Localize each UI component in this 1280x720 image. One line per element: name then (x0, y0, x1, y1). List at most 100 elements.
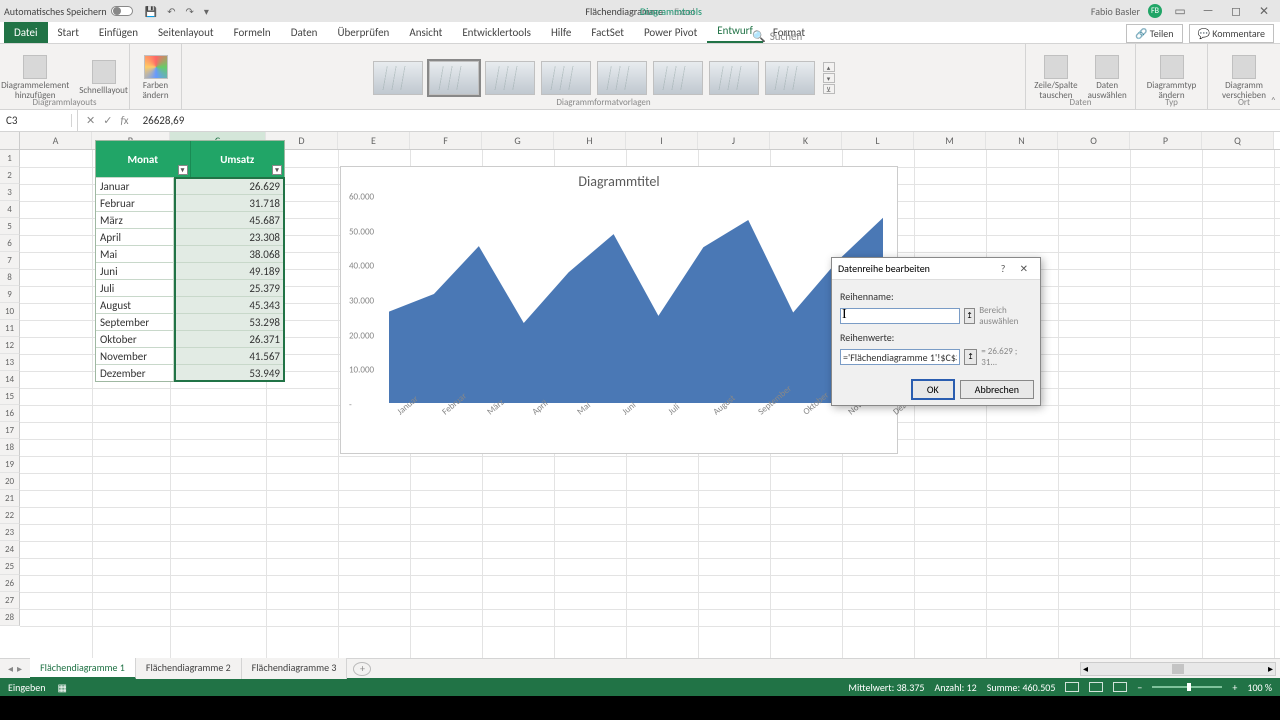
chart-style-8[interactable] (765, 61, 815, 95)
chart-style-4[interactable] (541, 61, 591, 95)
column-header[interactable]: Q (1202, 132, 1274, 149)
series-name-input[interactable] (840, 308, 960, 324)
maximize-icon[interactable]: ◻ (1226, 4, 1246, 19)
row-header[interactable]: 10 (0, 303, 20, 320)
collapse-ribbon-icon[interactable]: ˄ (1271, 94, 1276, 107)
cell-month[interactable]: Mai (96, 246, 174, 262)
minimize-icon[interactable]: — (1198, 4, 1218, 18)
column-header[interactable]: N (986, 132, 1058, 149)
cell-month[interactable]: April (96, 229, 174, 245)
autosave-toggle[interactable] (111, 6, 133, 16)
change-chart-type-button[interactable]: Diagrammtyp ändern (1144, 53, 1199, 103)
page-layout-view-icon[interactable] (1089, 682, 1103, 692)
table-header-umsatz[interactable]: Umsatz▾ (191, 141, 285, 177)
cell-month[interactable]: Februar (96, 195, 174, 211)
zoom-level[interactable]: 100 % (1247, 681, 1272, 694)
table-row[interactable]: Januar26.629 (96, 177, 284, 194)
chart-style-2[interactable] (429, 61, 479, 95)
name-box[interactable]: C3 (0, 114, 72, 127)
chart-style-1[interactable] (373, 61, 423, 95)
column-header[interactable]: H (554, 132, 626, 149)
sheet-nav-next-icon[interactable]: ▸ (17, 662, 22, 675)
cell-month[interactable]: Juli (96, 280, 174, 296)
chart-object[interactable]: Diagrammtitel 60.00050.00040.00030.00020… (340, 166, 898, 454)
table-row[interactable]: März45.687 (96, 211, 284, 228)
sheet-tab[interactable]: Flächendiagramme 2 (136, 658, 242, 679)
move-chart-button[interactable]: Diagramm verschieben (1216, 53, 1272, 103)
zoom-out-icon[interactable]: − (1137, 681, 1142, 694)
chart-style-7[interactable] (709, 61, 759, 95)
tab-power pivot[interactable]: Power Pivot (634, 22, 707, 43)
cell-month[interactable]: November (96, 348, 174, 364)
column-header[interactable]: F (410, 132, 482, 149)
cell-month[interactable]: März (96, 212, 174, 228)
row-header[interactable]: 13 (0, 354, 20, 371)
table-row[interactable]: Februar31.718 (96, 194, 284, 211)
range-select-icon[interactable]: ↥ (964, 349, 977, 365)
horizontal-scrollbar[interactable]: ◂ ▸ (1080, 662, 1276, 676)
macro-record-icon[interactable]: ▦ (58, 681, 67, 694)
close-icon[interactable]: ✕ (1254, 4, 1274, 19)
row-header[interactable]: 26 (0, 575, 20, 592)
quick-layout-button[interactable]: Schnelllayout (77, 58, 130, 98)
row-header[interactable]: 1 (0, 150, 20, 167)
tab-datei[interactable]: Datei (4, 22, 48, 43)
cell-value[interactable]: 23.308 (174, 229, 284, 245)
qat-more-icon[interactable]: ▾ (204, 5, 209, 18)
tab-hilfe[interactable]: Hilfe (541, 22, 581, 43)
formula-input[interactable]: 26628,69 (137, 114, 1280, 127)
gallery-down-icon[interactable]: ▾ (823, 73, 835, 83)
row-header[interactable]: 12 (0, 337, 20, 354)
tab-überprüfen[interactable]: Überprüfen (327, 22, 399, 43)
filter-icon[interactable]: ▾ (178, 165, 188, 175)
sheet-nav-prev-icon[interactable]: ◂ (8, 662, 13, 675)
cell-value[interactable]: 38.068 (174, 246, 284, 262)
save-icon[interactable]: 💾 (145, 5, 157, 18)
row-header[interactable]: 2 (0, 167, 20, 184)
tell-me-search[interactable]: 🔍 Suchen (752, 30, 802, 43)
zoom-in-icon[interactable]: + (1232, 681, 1237, 694)
confirm-edit-icon[interactable]: ✓ (103, 114, 112, 127)
chart-style-6[interactable] (653, 61, 703, 95)
tab-ansicht[interactable]: Ansicht (399, 22, 452, 43)
table-row[interactable]: August45.343 (96, 296, 284, 313)
tab-daten[interactable]: Daten (281, 22, 328, 43)
row-header[interactable]: 5 (0, 218, 20, 235)
range-select-icon[interactable]: ↥ (964, 308, 975, 324)
table-row[interactable]: Dezember53.949 (96, 364, 284, 381)
cell-month[interactable]: Oktober (96, 331, 174, 347)
table-row[interactable]: Juli25.379 (96, 279, 284, 296)
add-chart-element-button[interactable]: Diagrammelement hinzufügen (0, 53, 71, 103)
chart-title[interactable]: Diagrammtitel (341, 167, 897, 192)
tab-seitenlayout[interactable]: Seitenlayout (148, 22, 224, 43)
table-header-month[interactable]: Monat▾ (96, 141, 191, 177)
row-header[interactable]: 22 (0, 507, 20, 524)
row-header[interactable]: 6 (0, 235, 20, 252)
column-header[interactable]: G (482, 132, 554, 149)
column-header[interactable]: O (1058, 132, 1130, 149)
switch-row-column-button[interactable]: Zeile/Spalte tauschen (1032, 53, 1079, 103)
cell-value[interactable]: 26.629 (174, 178, 284, 194)
zoom-slider[interactable] (1152, 686, 1222, 688)
row-header[interactable]: 8 (0, 269, 20, 286)
column-header[interactable]: I (626, 132, 698, 149)
column-header[interactable]: J (698, 132, 770, 149)
cancel-button[interactable]: Abbrechen (960, 380, 1034, 399)
tab-start[interactable]: Start (48, 22, 89, 43)
cell-value[interactable]: 49.189 (174, 263, 284, 279)
sheet-tab[interactable]: Flächendiagramme 3 (242, 658, 348, 679)
user-avatar[interactable]: FB (1148, 4, 1162, 18)
scroll-left-icon[interactable]: ◂ (1083, 662, 1088, 675)
comments-button[interactable]: 💬 Kommentare (1189, 24, 1274, 43)
cell-value[interactable]: 26.371 (174, 331, 284, 347)
user-name[interactable]: Fabio Basler (1091, 5, 1140, 18)
cell-month[interactable]: Juni (96, 263, 174, 279)
normal-view-icon[interactable] (1065, 682, 1079, 692)
column-header[interactable]: E (338, 132, 410, 149)
table-row[interactable]: Mai38.068 (96, 245, 284, 262)
dialog-close-icon[interactable]: ✕ (1014, 262, 1034, 275)
select-all-corner[interactable] (0, 132, 20, 150)
fx-icon[interactable]: fx (120, 114, 128, 127)
row-header[interactable]: 19 (0, 456, 20, 473)
table-row[interactable]: Juni49.189 (96, 262, 284, 279)
